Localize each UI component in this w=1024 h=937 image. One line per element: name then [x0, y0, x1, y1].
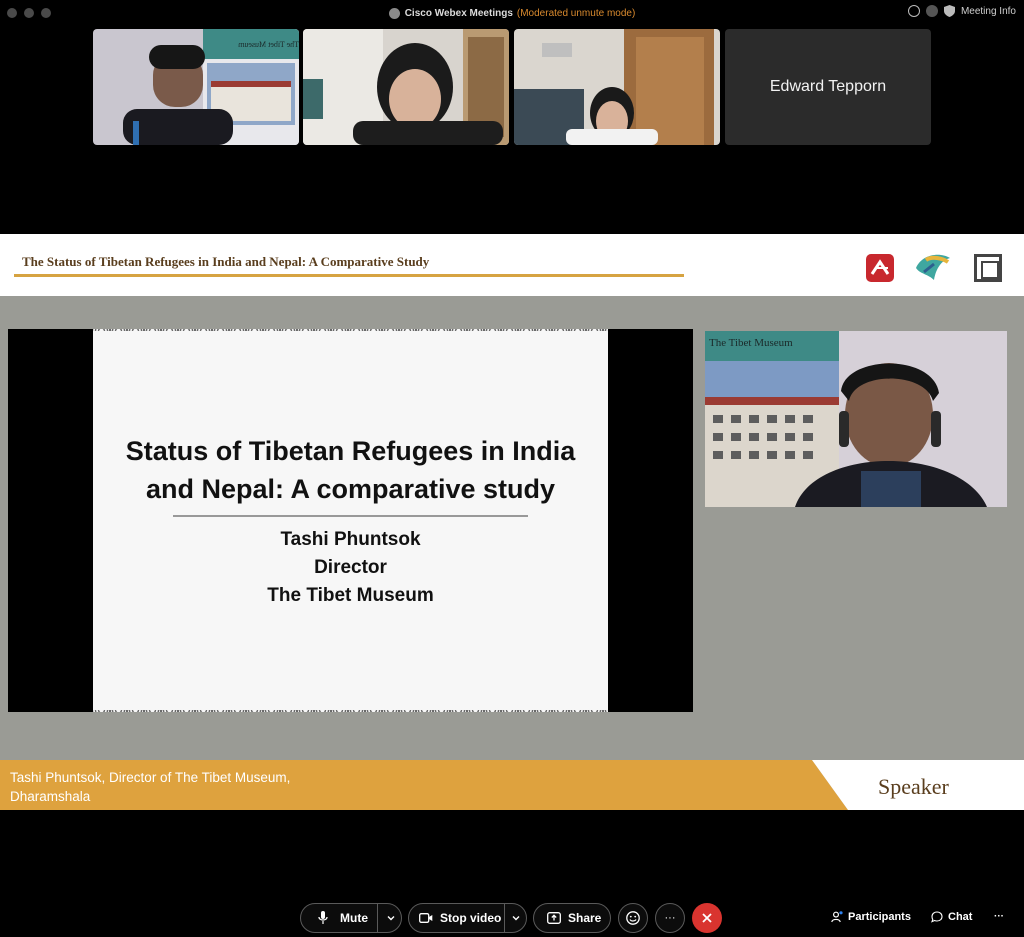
speaker-video[interactable]: The Tibet Museum	[705, 331, 1007, 507]
participants-button[interactable]: Participants	[831, 911, 911, 923]
participant-video-1[interactable]: The Tibet Museum	[93, 29, 299, 145]
mute-button[interactable]: Mute	[301, 904, 377, 932]
window-title-bar: Cisco Webex Meetings (Moderated unmute m…	[0, 0, 1024, 26]
chat-label: Chat	[948, 911, 973, 923]
toolbar-separator	[377, 904, 378, 932]
close-window-button[interactable]	[7, 8, 17, 18]
speaker-banner: The Tibet Museum	[709, 337, 793, 349]
slide-author: Tashi Phuntsok	[280, 529, 421, 550]
shared-content-area: The Status of Tibetan Refugees in India …	[0, 234, 1024, 810]
speaker-caption-line-1: Tashi Phuntsok, Director of The Tibet Mu…	[10, 770, 291, 785]
shield-icon	[943, 5, 955, 17]
share-label: Share	[568, 911, 602, 925]
participants-icon	[831, 911, 843, 923]
close-icon	[702, 913, 712, 923]
toolbar-separator	[504, 904, 505, 932]
shared-header: The Status of Tibetan Refugees in India …	[0, 234, 1024, 296]
frame-logo-icon	[974, 254, 1002, 282]
record-icon[interactable]	[907, 5, 920, 17]
leaf-logo-icon	[916, 254, 950, 280]
unmute-mode-label: (Moderated unmute mode)	[516, 7, 636, 19]
webex-logo-icon	[388, 7, 400, 19]
participants-label: Participants	[848, 911, 911, 923]
speaker-caption-line-2: Dharamshala	[10, 789, 91, 804]
speaker-tag: Speaker	[878, 774, 949, 799]
thumb1-banner: The Tibet Museum	[237, 40, 299, 49]
chat-button[interactable]: Chat	[931, 911, 972, 923]
smiley-reaction-icon	[626, 911, 640, 925]
shared-header-title: The Status of Tibetan Refugees in India …	[22, 254, 430, 269]
app-title: Cisco Webex Meetings	[404, 7, 513, 19]
speaker-video-frame: The Tibet Museum	[705, 331, 1007, 507]
participant-3-video-frame	[514, 29, 720, 145]
reactions-button[interactable]	[618, 903, 648, 933]
participant-video-2[interactable]	[303, 29, 509, 145]
slide-title-line-1: Status of Tibetan Refugees in India	[125, 436, 576, 466]
overflow-menu-label: ···	[994, 911, 1004, 922]
slide-title: Status of Tibetan Refugees in India and …	[93, 432, 608, 508]
signal-icon[interactable]	[925, 5, 938, 17]
share-button[interactable]: Share	[533, 903, 611, 933]
video-camera-icon	[419, 913, 433, 923]
chevron-down-icon[interactable]	[510, 912, 522, 924]
chevron-down-icon[interactable]	[385, 912, 397, 924]
video-button-group: Stop video	[408, 903, 527, 933]
slide-divider	[173, 515, 528, 517]
end-meeting-button[interactable]	[692, 903, 722, 933]
stop-video-label: Stop video	[440, 911, 502, 925]
participant-name: Edward Tepporn	[769, 78, 887, 95]
participant-tile-4[interactable]: Edward Tepporn	[725, 29, 931, 145]
zoom-window-button[interactable]	[41, 8, 51, 18]
overflow-menu-button[interactable]: ···	[994, 911, 1004, 922]
more-options-button[interactable]: ···	[655, 903, 685, 933]
participant-1-video-frame: The Tibet Museum	[93, 29, 299, 145]
presentation-slide: Status of Tibetan Refugees in India and …	[93, 329, 608, 712]
window-controls[interactable]	[7, 8, 51, 18]
mute-label: Mute	[340, 911, 368, 925]
wave-border-top	[93, 329, 608, 351]
share-screen-icon	[547, 912, 561, 924]
participant-2-video-frame	[303, 29, 509, 145]
chat-bubble-icon	[931, 911, 943, 923]
participant-video-3[interactable]	[514, 29, 720, 145]
header-underline	[14, 274, 684, 277]
red-logo-icon	[866, 254, 894, 282]
microphone-icon	[318, 911, 328, 924]
more-options-label: ···	[664, 912, 676, 924]
wave-border-bottom	[93, 690, 608, 712]
speaker-caption: Tashi Phuntsok, Director of The Tibet Mu…	[10, 768, 290, 806]
slide-title-line-2: and Nepal: A comparative study	[145, 474, 556, 504]
slide-organization: The Tibet Museum	[267, 585, 434, 606]
stop-video-button[interactable]: Stop video	[409, 904, 504, 932]
minimize-window-button[interactable]	[24, 8, 34, 18]
mute-button-group: Mute	[300, 903, 402, 933]
meeting-info-link[interactable]: Meeting Info	[961, 6, 1016, 17]
slide-role: Director	[314, 557, 387, 578]
